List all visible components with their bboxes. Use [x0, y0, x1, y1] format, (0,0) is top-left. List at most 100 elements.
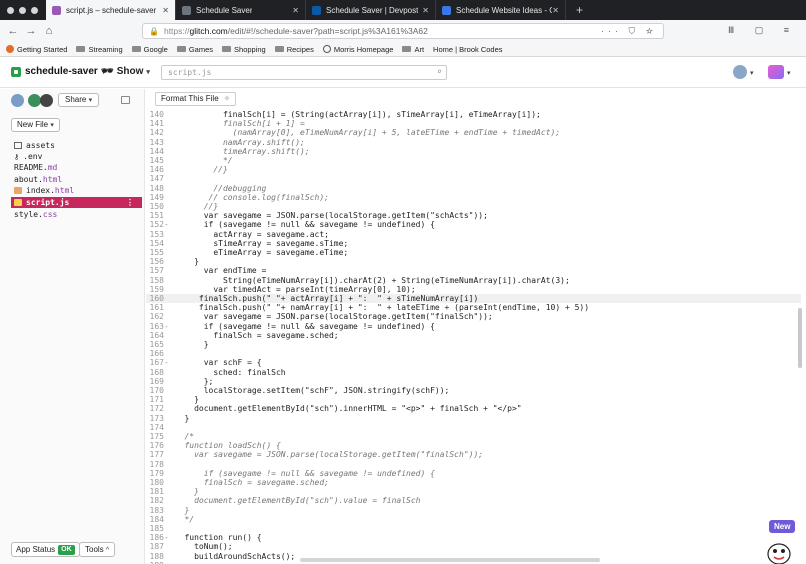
bookmark-item[interactable]: Streaming — [76, 44, 123, 54]
tools-button[interactable]: Tools ^ — [79, 542, 116, 557]
fold-marker[interactable]: - — [164, 533, 170, 542]
code-line: 180 finalSch = savegame.sched; — [146, 478, 801, 487]
fold-marker[interactable]: - — [164, 220, 170, 229]
line-number: 174 — [149, 422, 164, 432]
chevron-down-icon[interactable]: ▾ — [750, 69, 754, 77]
glitch-mascot-icon[interactable] — [764, 536, 794, 564]
code-line: 178 — [146, 460, 801, 469]
show-button[interactable]: 🕶 Show ▾ — [101, 66, 150, 77]
show-label: Show — [116, 66, 144, 77]
code-line: 165 } — [146, 340, 801, 349]
bookmark-label: Getting Started — [17, 44, 68, 54]
glitch-logo-icon[interactable] — [768, 65, 784, 79]
bookmark-label: Google — [143, 44, 168, 54]
project-menu[interactable]: schedule-saver ▾ — [11, 66, 105, 77]
bookmark-item[interactable]: Getting Started — [6, 45, 67, 54]
close-tab-icon[interactable]: ✕ — [422, 6, 429, 15]
file-name: about. — [14, 175, 43, 184]
close-window-icon[interactable] — [7, 6, 14, 14]
code-line: 150 //} — [146, 202, 801, 211]
browser-tab[interactable]: script.js – schedule-saver ✕ — [46, 0, 176, 20]
vertical-scrollbar[interactable] — [797, 111, 803, 560]
code-text: */ — [174, 156, 233, 165]
code-text: } — [174, 257, 199, 267]
close-tab-icon[interactable]: ✕ — [162, 6, 169, 15]
browser-tab[interactable]: Schedule Saver ✕ — [176, 0, 306, 20]
line-number: 158 — [149, 275, 164, 285]
chevron-down-icon[interactable]: ▾ — [787, 69, 791, 77]
fold-marker[interactable]: - — [164, 322, 170, 331]
bookmark-item[interactable]: Home | Brook Codes — [433, 45, 502, 54]
code-text: timeArray.shift(); — [174, 146, 310, 156]
home-icon[interactable]: ⌂ — [40, 25, 58, 37]
code-text: finalSch[i + 1] = — [174, 119, 305, 129]
code-text: } — [174, 487, 199, 497]
page-actions-icons[interactable]: ··· ⛉ ☆ — [601, 26, 657, 37]
bookmark-item[interactable]: Shopping — [222, 45, 266, 54]
line-number: 167 — [149, 358, 164, 368]
file-item[interactable]: style. css — [11, 209, 142, 220]
code-line: 172 document.getElementById("sch").inner… — [146, 404, 801, 413]
search-icon: ⌕ — [437, 67, 442, 76]
file-item[interactable]: index. html — [11, 185, 142, 196]
bookmark-item[interactable]: Art — [402, 45, 424, 54]
line-number: 177 — [149, 450, 164, 460]
file-name: README. — [14, 163, 48, 172]
code-editor[interactable]: Format This File ✧ 140 finalSch[i] = (St… — [146, 89, 806, 564]
new-badge[interactable]: New — [769, 520, 796, 533]
file-item[interactable]: script. js ⋮ — [11, 197, 142, 208]
browser-tab[interactable]: Schedule Website Ideas - Goog✕ — [436, 0, 566, 20]
browser-nav-bar: ← → ⌂ 🔒 https://glitch.com/edit/#!/sched… — [0, 20, 806, 42]
toolbar-icons[interactable]: Ⅲ ▢ ≡ — [728, 25, 798, 36]
fold-marker[interactable]: - — [164, 358, 170, 367]
bookmark-item[interactable]: Google — [131, 44, 168, 54]
code-line: 158 String(eTimeNumArray[i]).charAt(2) +… — [146, 276, 801, 285]
file-extension: js — [59, 198, 70, 207]
maximize-window-icon[interactable] — [31, 6, 38, 14]
new-tab-button[interactable]: + — [566, 0, 593, 20]
code-line: 162 var savegame = JSON.parse(localStora… — [146, 312, 801, 321]
format-file-button[interactable]: Format This File ✧ — [155, 92, 237, 106]
forward-icon[interactable]: → — [22, 25, 40, 37]
file-menu-icon[interactable]: ⋮ — [126, 198, 134, 207]
share-button[interactable]: Share ▾ — [58, 93, 100, 107]
code-line: 183 } — [146, 506, 801, 515]
line-number: 178 — [149, 459, 164, 469]
bookmark-label: Streaming — [88, 44, 123, 54]
collapse-sidebar-icon[interactable] — [121, 96, 130, 104]
close-tab-icon[interactable]: ✕ — [552, 6, 559, 15]
code-area[interactable]: 140 finalSch[i] = (String(actArray[i]), … — [146, 110, 801, 564]
code-line: 143 namArray.shift(); — [146, 138, 801, 147]
line-number: 181 — [149, 487, 164, 497]
line-number: 182 — [149, 496, 164, 506]
code-text: sched: finalSch — [174, 367, 286, 377]
url-domain: glitch.com — [189, 26, 228, 36]
bookmark-item[interactable]: Recipes — [274, 45, 314, 54]
code-line: 148 //debugging — [146, 184, 801, 193]
avatar[interactable] — [11, 94, 24, 107]
line-number: 151 — [149, 211, 164, 221]
file-item[interactable]: README. md — [11, 162, 142, 173]
horizontal-scrollbar[interactable] — [300, 558, 600, 562]
file-extension: html — [42, 175, 63, 184]
code-text: } — [174, 413, 190, 423]
new-file-button[interactable]: New File ▾ — [11, 118, 60, 132]
avatar[interactable] — [40, 94, 53, 107]
code-text: // console.log(finalSch); — [174, 192, 329, 202]
minimize-window-icon[interactable] — [19, 6, 26, 14]
code-text: } — [174, 395, 199, 405]
bookmark-item[interactable]: Morris Homepage — [322, 45, 393, 54]
back-icon[interactable]: ← — [4, 25, 22, 37]
file-item[interactable]: assets — [11, 140, 142, 151]
scrollbar-thumb[interactable] — [798, 308, 802, 368]
browser-tab[interactable]: Schedule Saver | Devpost ✕ — [306, 0, 436, 20]
app-status-button[interactable]: App Status OK — [11, 542, 80, 557]
code-line: 173 } — [146, 414, 801, 423]
bookmark-item[interactable]: Games — [176, 45, 213, 54]
file-item[interactable]: about. html — [11, 174, 142, 185]
user-avatar[interactable] — [733, 65, 747, 79]
close-tab-icon[interactable]: ✕ — [292, 6, 299, 15]
address-bar[interactable]: 🔒 https://glitch.com/edit/#!/schedule-sa… — [142, 23, 664, 39]
file-search-input[interactable]: script.js ⌕ — [161, 65, 447, 80]
file-item[interactable]: ⚷ .env — [11, 151, 142, 162]
